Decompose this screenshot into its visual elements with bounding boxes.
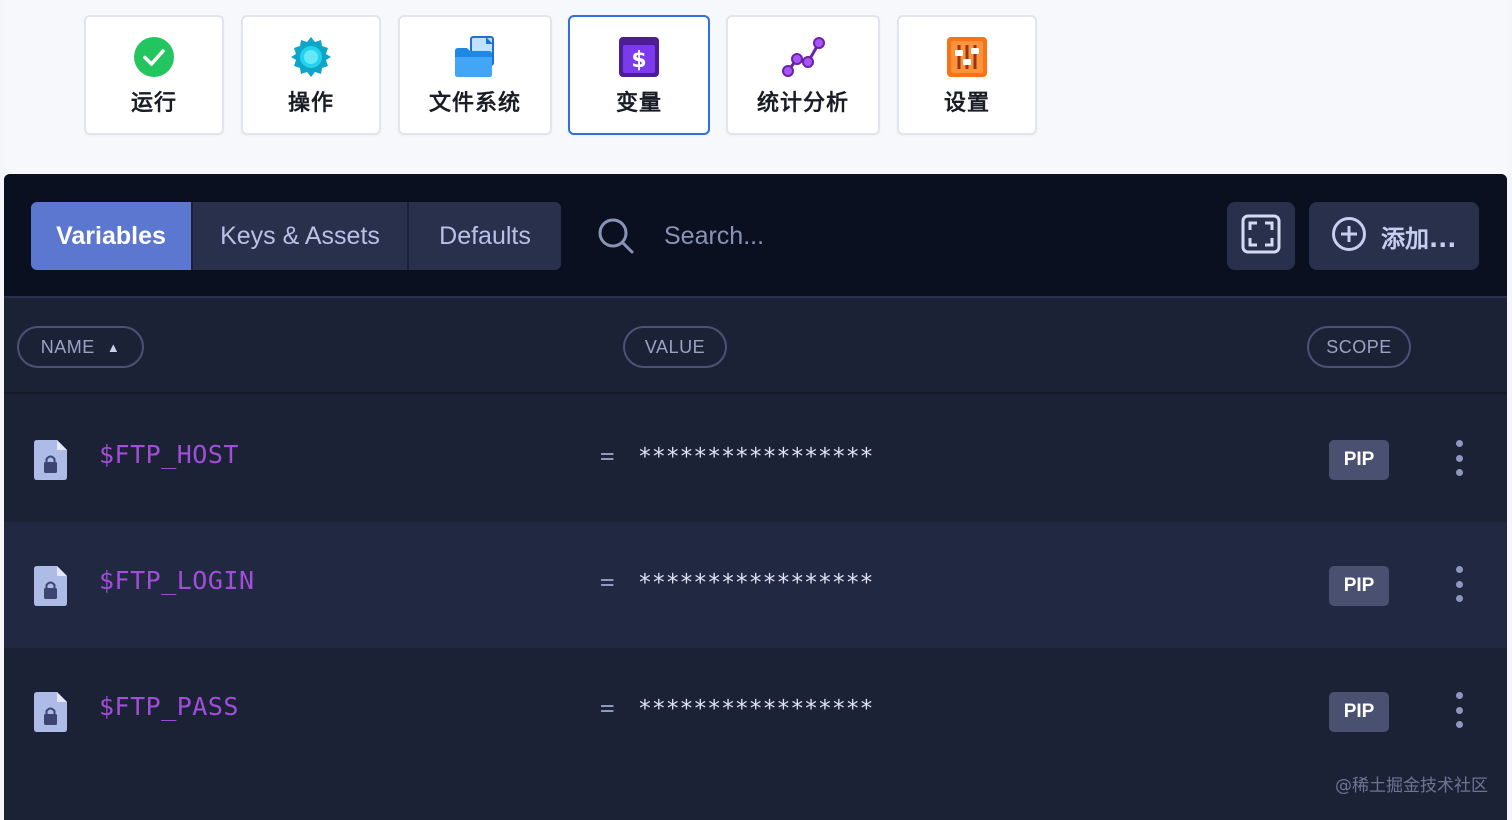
tab-keys-assets[interactable]: Keys & Assets — [193, 202, 409, 270]
search-icon — [596, 216, 636, 256]
graph-nodes-icon — [781, 35, 825, 79]
variables-panel: Variables Keys & Assets Defaults Search.… — [4, 174, 1507, 820]
masked-value: ***************** — [638, 570, 874, 596]
plus-circle-icon — [1331, 216, 1367, 256]
equals-sign: = — [600, 694, 615, 722]
locked-file-icon — [34, 440, 68, 480]
tool-card-run[interactable]: 运行 — [84, 15, 224, 135]
more-options-icon[interactable] — [1450, 440, 1468, 476]
add-variable-button[interactable]: 添加... — [1309, 202, 1479, 270]
tool-card-filesystem[interactable]: 文件系统 — [398, 15, 552, 135]
tool-card-variables[interactable]: $ 变量 — [568, 15, 710, 135]
column-value-sort[interactable]: VALUE — [623, 326, 727, 368]
watermark: @稀土掘金技术社区 — [1335, 776, 1488, 796]
column-scope-label: SCOPE — [1326, 336, 1392, 357]
folder-file-icon — [453, 35, 497, 79]
variable-name: $FTP_PASS — [99, 692, 239, 721]
column-name-sort[interactable]: NAME ▲ — [17, 326, 144, 368]
column-name-label: NAME — [40, 336, 95, 357]
more-options-icon[interactable] — [1450, 566, 1468, 602]
tool-card-analytics[interactable]: 统计分析 — [726, 15, 880, 135]
tool-card-operations[interactable]: 操作 — [241, 15, 381, 135]
table-header: NAME ▲ VALUE SCOPE — [4, 298, 1507, 394]
tab-variables[interactable]: Variables — [31, 202, 193, 270]
tool-card-label: 变量 — [615, 91, 662, 116]
tab-defaults[interactable]: Defaults — [409, 202, 561, 270]
table-row[interactable]: $FTP_LOGIN = ***************** PIP — [4, 522, 1507, 648]
tool-card-settings[interactable]: 设置 — [897, 15, 1037, 135]
variable-name: $FTP_LOGIN — [99, 566, 255, 595]
sliders-icon — [945, 35, 989, 79]
panel-toolbar: Variables Keys & Assets Defaults Search.… — [4, 174, 1507, 298]
svg-text:$: $ — [631, 48, 646, 73]
equals-sign: = — [600, 568, 615, 596]
fullscreen-button[interactable] — [1227, 202, 1295, 270]
fullscreen-icon — [1241, 214, 1281, 258]
tool-card-label: 统计分析 — [756, 91, 849, 116]
locked-file-icon — [34, 692, 68, 732]
dollar-sign-icon: $ — [617, 35, 661, 79]
column-value-label: VALUE — [644, 336, 706, 357]
tool-card-label: 操作 — [287, 91, 334, 116]
variable-name: $FTP_HOST — [99, 440, 239, 469]
tool-card-label: 设置 — [943, 91, 990, 116]
more-options-icon[interactable] — [1450, 692, 1468, 728]
tab-group: Variables Keys & Assets Defaults — [31, 202, 561, 270]
scope-badge: PIP — [1329, 692, 1389, 732]
gear-badge-icon — [289, 35, 333, 79]
table-row[interactable]: $FTP_HOST = ***************** PIP — [4, 396, 1507, 522]
masked-value: ***************** — [638, 444, 874, 470]
tool-strip: 运行 操作 文件系统 $ 变量 统计分析 设置 — [4, 0, 1508, 174]
add-button-label: 添加... — [1381, 224, 1457, 253]
check-circle-icon — [132, 35, 176, 79]
equals-sign: = — [600, 442, 615, 470]
masked-value: ***************** — [638, 696, 874, 722]
sort-ascending-icon: ▲ — [106, 339, 121, 355]
tool-card-label: 运行 — [130, 91, 177, 116]
scope-badge: PIP — [1329, 566, 1389, 606]
scope-badge: PIP — [1329, 440, 1389, 480]
locked-file-icon — [34, 566, 68, 606]
search-input[interactable] — [664, 212, 1064, 260]
column-scope-sort[interactable]: SCOPE — [1307, 326, 1411, 368]
tool-card-label: 文件系统 — [428, 91, 521, 116]
table-row[interactable]: $FTP_PASS = ***************** PIP — [4, 648, 1507, 774]
